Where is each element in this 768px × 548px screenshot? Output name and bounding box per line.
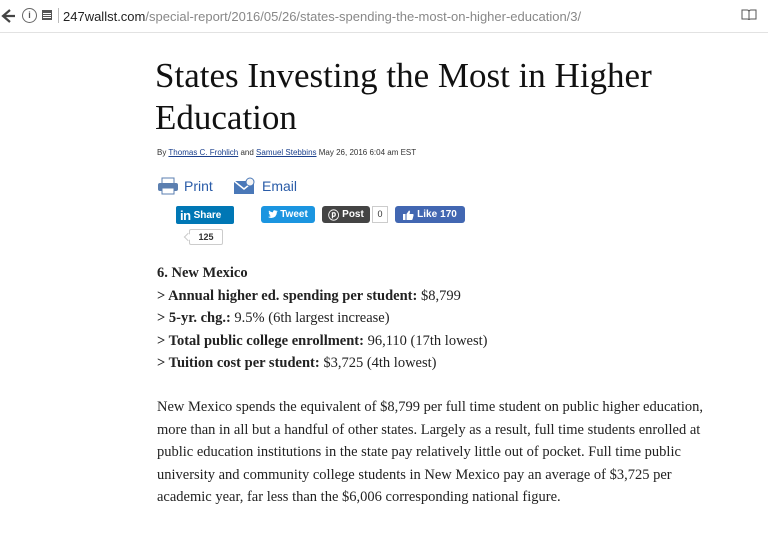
article-title: States Investing the Most in Higher Educ… (155, 56, 652, 137)
stat-label: > Annual higher ed. spending per student… (157, 287, 418, 304)
post-count: 0 (372, 206, 388, 223)
stat-value: 96,110 (17th lowest) (363, 332, 488, 349)
stats-heading: 6. New Mexico (157, 265, 248, 281)
post-button[interactable]: ⓟ Post (322, 206, 370, 223)
url-path: /special-report/2016/05/26/states-spendi… (145, 9, 582, 24)
back-arrow-icon[interactable] (0, 7, 16, 25)
stat-value: $3,725 (4th lowest) (319, 355, 437, 371)
printer-icon (158, 177, 178, 195)
byline: By Thomas C. Frohlich and Samuel Stebbin… (157, 148, 416, 157)
url-host: 247wallst.com (63, 9, 146, 24)
byline-and: and (240, 148, 254, 157)
stat-label: > Tuition cost per student: (157, 355, 320, 371)
separator (58, 8, 59, 23)
linkedin-share-button[interactable]: in Share (176, 206, 234, 224)
linkedin-icon: in (180, 207, 191, 223)
print-label: Print (184, 178, 213, 194)
address-bar: i 247wallst.com/special-report/2016/05/2… (0, 0, 768, 33)
author-link-2[interactable]: Samuel Stebbins (256, 148, 316, 157)
reading-view-icon[interactable] (741, 9, 757, 21)
page-icon (42, 10, 52, 20)
url-field[interactable]: 247wallst.com/special-report/2016/05/26/… (63, 9, 581, 24)
post-icon: ⓟ (328, 209, 340, 222)
stat-value: $8,799 (417, 287, 461, 304)
stat-label: > Total public college enrollment: (157, 332, 364, 349)
print-link[interactable]: Print (157, 177, 213, 195)
facebook-like-button[interactable]: Like 170 (395, 206, 465, 223)
stat-row: > Tuition cost per student: $3,725 (4th … (157, 352, 717, 375)
twitter-bird-icon (268, 210, 279, 218)
publish-date: May 26, 2016 6:04 am EST (318, 148, 417, 157)
like-label: Like (417, 209, 438, 220)
like-count: 170 (440, 209, 457, 220)
linkedin-share-label: Share (193, 209, 222, 221)
email-link[interactable]: Email (233, 177, 297, 195)
email-icon (233, 177, 255, 194)
stats-block: 6. New Mexico > Annual higher ed. spendi… (157, 262, 717, 375)
stat-value: 9.5% (6th largest increase) (230, 310, 390, 326)
stat-row: > Total public college enrollment: 96,11… (157, 330, 717, 353)
article-paragraph: New Mexico spends the equivalent of $8,7… (157, 399, 704, 505)
tweet-label: Tweet (280, 209, 308, 220)
author-link-1[interactable]: Thomas C. Frohlich (168, 148, 238, 157)
byline-prefix: By (157, 148, 167, 157)
thumbs-up-icon (403, 210, 414, 220)
info-icon[interactable]: i (22, 8, 37, 23)
stat-label: > 5-yr. chg.: (157, 310, 231, 326)
linkedin-share-count: 125 (189, 229, 223, 245)
tweet-button[interactable]: Tweet (261, 206, 315, 223)
email-label: Email (262, 178, 298, 194)
post-label: Post (342, 209, 364, 220)
stat-row: > 5-yr. chg.: 9.5% (6th largest increase… (157, 307, 717, 330)
stat-row: > Annual higher ed. spending per student… (157, 285, 717, 308)
